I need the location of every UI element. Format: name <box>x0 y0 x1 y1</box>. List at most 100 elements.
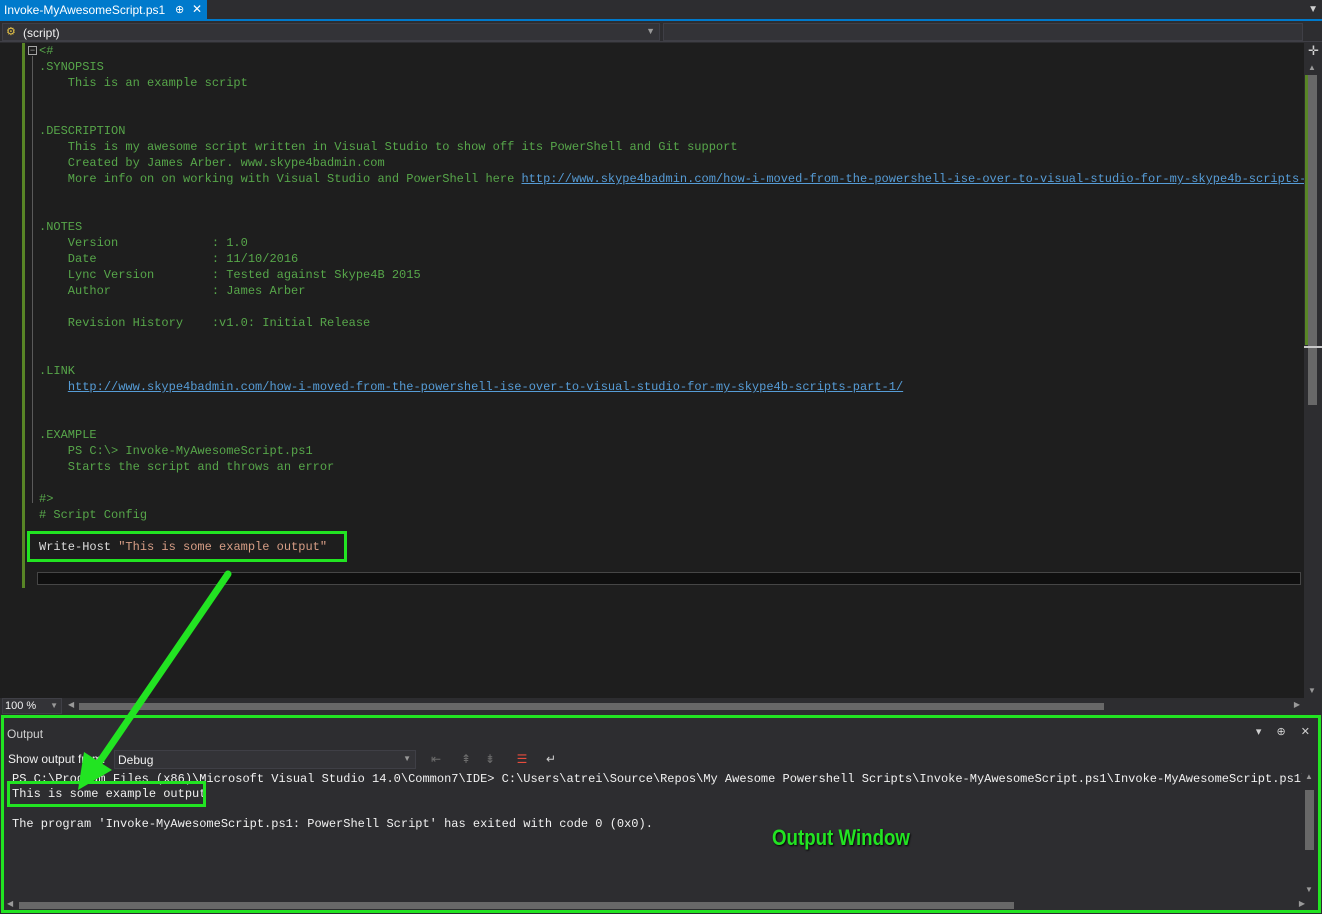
zoom-level: 100 % <box>5 700 37 712</box>
close-tab-icon[interactable]: ✕ <box>192 2 202 16</box>
code-line-text: .LINK <box>39 364 76 378</box>
scroll-down-icon[interactable]: ▼ <box>1308 686 1316 695</box>
show-output-from-label: Show output from: <box>8 752 106 766</box>
code-line: More info on on working with Visual Stud… <box>39 171 1304 187</box>
tab-invoke-myawesomescript[interactable]: Invoke-MyAwesomeScript.ps1 ⊕ ✕ <box>0 0 207 21</box>
collapse-region-icon[interactable]: − <box>28 46 37 55</box>
navigation-bar: ⚙ (script) ▼ <box>0 22 1322 42</box>
scrollbar-thumb[interactable] <box>1308 75 1317 405</box>
window-controls[interactable]: ▾ ⊕ ✕ <box>1256 725 1316 738</box>
change-tracking-bar <box>22 43 25 588</box>
code-line-text: This is my awesome script written in Vis… <box>39 140 738 154</box>
code-line: .DESCRIPTION <box>39 123 1304 139</box>
output-source-dropdown[interactable]: Debug ▼ <box>114 750 416 769</box>
code-line: Created by James Arber. www.skype4badmin… <box>39 155 1304 171</box>
zoom-bar: 100 % ▼ ◀ ▶ <box>0 698 1322 714</box>
zoom-dropdown[interactable]: 100 % ▼ <box>2 698 62 714</box>
scope-dropdown[interactable]: ⚙ (script) ▼ <box>2 23 660 41</box>
output-window: Output ▾ ⊕ ✕ Show output from: Debug ▼ ⇤… <box>1 715 1321 913</box>
split-window-icon[interactable]: ✛ <box>1308 43 1319 59</box>
pin-icon[interactable]: ⊕ <box>175 3 184 16</box>
editor-horizontal-scrollbar[interactable]: ◀ ▶ <box>66 700 1302 712</box>
editor-vertical-scrollbar[interactable]: ✛ ▲ ▼ <box>1304 43 1322 698</box>
output-horizontal-scrollbar[interactable]: ◀ ▶ <box>7 899 1305 911</box>
chevron-down-icon: ▼ <box>403 754 411 763</box>
current-line-highlight <box>37 572 1301 585</box>
tab-title: Invoke-MyAwesomeScript.ps1 <box>4 3 166 17</box>
chevron-down-icon: ▼ <box>50 701 58 710</box>
annotation-label: Output Window <box>772 825 910 850</box>
code-line: .LINK <box>39 363 1304 379</box>
scroll-right-icon[interactable]: ▶ <box>1299 899 1305 908</box>
output-toolbar: Show output from: Debug ▼ ⇤ ⇞ ⇟ ☰ ↵ <box>7 750 1317 770</box>
word-wrap-icon[interactable]: ↵ <box>542 750 560 768</box>
annotation-highlight-code <box>27 531 347 562</box>
code-line-text: .EXAMPLE <box>39 428 97 442</box>
scroll-left-icon[interactable]: ◀ <box>68 700 74 709</box>
code-line: # Script Config <box>39 507 1304 523</box>
code-line: This is an example script <box>39 75 1304 91</box>
clear-all-icon[interactable]: ☰ <box>513 750 531 768</box>
code-line-text: <# <box>39 44 54 58</box>
code-line-text: Version : 1.0 <box>39 236 248 250</box>
code-line: Lync Version : Tested against Skype4B 20… <box>39 267 1304 283</box>
next-message-icon[interactable]: ⇟ <box>481 750 499 768</box>
scroll-up-icon[interactable]: ▲ <box>1305 772 1313 781</box>
scrollbar-caret-marker <box>1304 346 1322 348</box>
code-line: PS C:\> Invoke-MyAwesomeScript.ps1 <box>39 443 1304 459</box>
code-line: Author : James Arber <box>39 283 1304 299</box>
code-line-text: .DESCRIPTION <box>39 124 126 138</box>
output-vertical-scrollbar[interactable]: ▲ ▼ <box>1302 770 1318 896</box>
code-line: http://www.skype4badmin.com/how-i-moved-… <box>39 379 1304 395</box>
scope-label: (script) <box>23 26 60 40</box>
code-line-text: Revision History :v1.0: Initial Release <box>39 316 371 330</box>
code-line: Date : 11/10/2016 <box>39 251 1304 267</box>
scrollbar-thumb[interactable] <box>79 703 1104 710</box>
code-line: .SYNOPSIS <box>39 59 1304 75</box>
link-section-url[interactable]: http://www.skype4badmin.com/how-i-moved-… <box>68 380 903 394</box>
output-line: The program 'Invoke-MyAwesomeScript.ps1:… <box>12 817 653 831</box>
scroll-up-icon[interactable]: ▲ <box>1308 63 1316 72</box>
fold-guide-line <box>32 56 33 503</box>
scroll-down-icon[interactable]: ▼ <box>1305 885 1313 894</box>
code-line: This is my awesome script written in Vis… <box>39 139 1304 155</box>
code-line-text: .NOTES <box>39 220 83 234</box>
code-line: .NOTES <box>39 219 1304 235</box>
scrollbar-thumb[interactable] <box>1305 790 1314 850</box>
code-line-text: Created by James Arber. www.skype4badmin… <box>39 156 385 170</box>
code-line-text: More info on on working with Visual Stud… <box>39 172 522 186</box>
tab-overflow-dropdown-icon[interactable]: ▼ <box>1308 4 1318 15</box>
code-editor[interactable]: − <# .SYNOPSIS This is an example script.… <box>0 43 1304 698</box>
code-line: Revision History :v1.0: Initial Release <box>39 315 1304 331</box>
code-line: .EXAMPLE <box>39 427 1304 443</box>
code-line-text: This is an example script <box>39 76 248 90</box>
code-line-text: #> <box>39 492 54 506</box>
description-link[interactable]: http://www.skype4badmin.com/how-i-moved-… <box>521 172 1304 186</box>
annotation-highlight-output <box>7 781 206 807</box>
chevron-down-icon: ▼ <box>646 26 655 36</box>
code-line: <# <box>39 43 1304 59</box>
scroll-right-icon[interactable]: ▶ <box>1294 700 1300 709</box>
powershell-script-icon: ⚙ <box>6 26 16 38</box>
code-line: Starts the script and throws an error <box>39 459 1304 475</box>
scrollbar-thumb[interactable] <box>19 902 1014 909</box>
code-line-text: Author : James Arber <box>39 284 306 298</box>
document-tab-bar: Invoke-MyAwesomeScript.ps1 ⊕ ✕ ▼ <box>0 0 1322 21</box>
code-line-text: .SYNOPSIS <box>39 60 104 74</box>
previous-message-icon[interactable]: ⇞ <box>457 750 475 768</box>
find-message-icon[interactable]: ⇤ <box>427 750 445 768</box>
scroll-left-icon[interactable]: ◀ <box>7 899 13 908</box>
member-dropdown[interactable] <box>663 23 1303 41</box>
code-lines: <# .SYNOPSIS This is an example script .DE… <box>39 43 1304 571</box>
code-line: #> <box>39 491 1304 507</box>
output-title: Output <box>7 727 44 741</box>
